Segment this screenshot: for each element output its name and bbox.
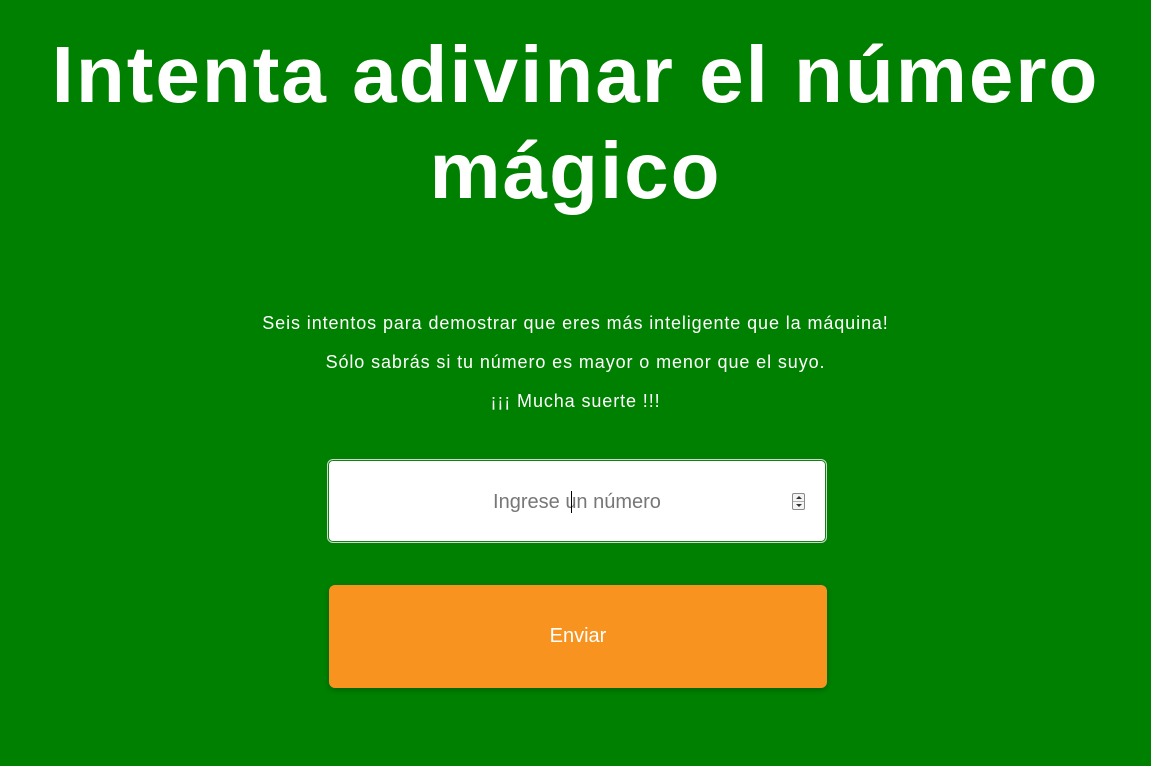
page-title: Intenta adivinar el número mágico <box>51 30 1100 215</box>
number-spinner[interactable] <box>792 493 805 510</box>
intro-text: Seis intentos para demostrar que eres má… <box>0 304 1151 421</box>
text-caret <box>571 491 572 513</box>
spinner-down-button[interactable] <box>793 502 804 509</box>
number-input-placeholder: Ingrese un número <box>493 491 661 513</box>
intro-line-attempts: Seis intentos para demostrar que eres má… <box>262 313 889 333</box>
chevron-down-icon <box>795 504 802 507</box>
number-input[interactable]: Ingrese un número <box>327 459 827 543</box>
spinner-up-button[interactable] <box>793 494 804 502</box>
intro-line-luck: ¡¡¡ Mucha suerte !!! <box>490 391 661 411</box>
intro-line-hint: Sólo sabrás si tu número es mayor o meno… <box>325 352 826 372</box>
chevron-up-icon <box>795 496 802 499</box>
submit-button[interactable]: Enviar <box>329 585 827 688</box>
